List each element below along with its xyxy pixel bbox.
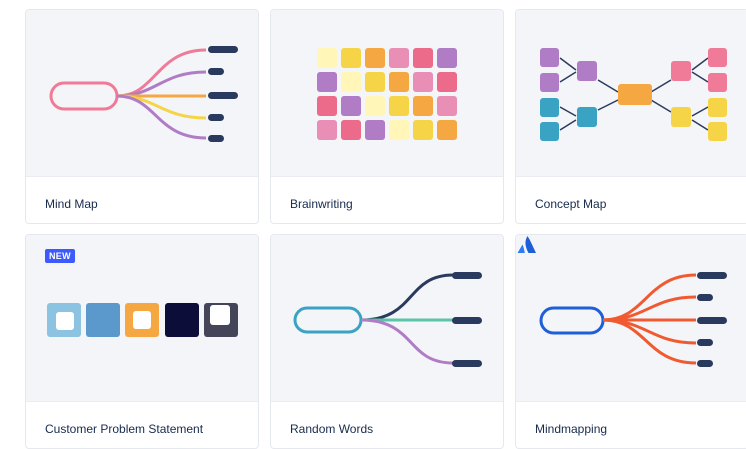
sticky-note (437, 48, 457, 68)
random-words-illustration (293, 272, 482, 367)
random-words-thumbnail (271, 235, 503, 402)
sticky-note (341, 48, 361, 68)
template-gallery: Mind Map Brainwriting Concept Map NEW Cu… (0, 0, 746, 449)
mindmapping-thumbnail (516, 235, 746, 402)
sticky-note (317, 72, 337, 92)
problem-statement-illustration (47, 303, 238, 337)
sticky-note (317, 96, 337, 116)
sticky-note (389, 96, 409, 116)
template-card-customer-problem-statement[interactable]: NEW Customer Problem Statement (25, 234, 259, 449)
sticky-note (437, 72, 457, 92)
sticky-note (437, 96, 457, 116)
brainwriting-thumbnail (271, 10, 503, 177)
mind-map-thumbnail (26, 10, 258, 177)
sticky-note (389, 48, 409, 68)
template-title: Mind Map (45, 197, 98, 211)
sticky-note (341, 96, 361, 116)
template-card-mindmapping[interactable]: Mindmapping (515, 234, 746, 449)
mindmapping-illustration (539, 272, 727, 367)
sticky-note (365, 48, 385, 68)
sticky-note (413, 96, 433, 116)
brainwriting-illustration (317, 48, 457, 140)
mind-map-illustration (49, 46, 238, 142)
sticky-note (341, 72, 361, 92)
sticky-note (317, 48, 337, 68)
template-card-concept-map[interactable]: Concept Map (515, 9, 746, 224)
sticky-note (389, 120, 409, 140)
problem-statement-thumbnail: NEW (26, 235, 258, 402)
sticky-note (365, 120, 385, 140)
template-title: Random Words (290, 422, 374, 436)
concept-map-illustration (540, 48, 727, 141)
template-title: Mindmapping (535, 422, 608, 436)
template-title: Concept Map (535, 197, 607, 211)
template-card-brainwriting[interactable]: Brainwriting (270, 9, 504, 224)
template-title: Customer Problem Statement (45, 422, 204, 436)
sticky-note (341, 120, 361, 140)
template-card-mind-map[interactable]: Mind Map (25, 9, 259, 224)
sticky-note (413, 120, 433, 140)
template-card-random-words[interactable]: Random Words (270, 234, 504, 449)
sticky-note (317, 120, 337, 140)
sticky-note (413, 72, 433, 92)
sticky-note (389, 72, 409, 92)
sticky-note (365, 72, 385, 92)
template-title: Brainwriting (290, 197, 353, 211)
concept-map-thumbnail (516, 10, 746, 177)
sticky-note (365, 96, 385, 116)
sticky-note (437, 120, 457, 140)
sticky-note (413, 48, 433, 68)
